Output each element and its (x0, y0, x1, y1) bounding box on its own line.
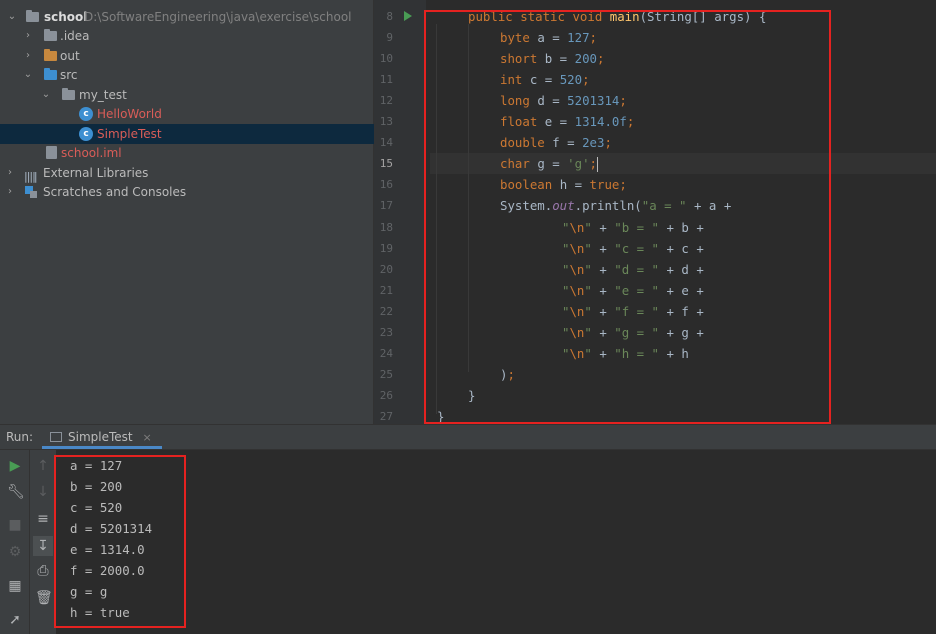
tree-item-label: HelloWorld (97, 107, 162, 121)
tree-item-out[interactable]: › out (0, 46, 374, 66)
tree-item-label: External Libraries (43, 166, 149, 180)
code-annotation-box (424, 10, 831, 424)
java-class-icon: c (79, 127, 93, 141)
line-number[interactable]: 22 (373, 301, 393, 322)
java-class-icon: c (79, 107, 93, 121)
chevron-right-icon[interactable]: › (4, 182, 16, 202)
project-path: D:\SoftwareEngineering\java\exercise\sch… (84, 10, 352, 24)
folder-icon (44, 29, 57, 41)
console-output[interactable] (56, 450, 936, 634)
chevron-down-icon[interactable]: ⌄ (6, 7, 18, 27)
chevron-right-icon[interactable]: › (22, 26, 34, 46)
line-number[interactable]: 20 (373, 259, 393, 280)
tree-item-label: SimpleTest (97, 127, 162, 141)
run-toolbar-left: ▶ 🔧︎ ■ ⚙ ▦ ➚ (0, 450, 30, 634)
module-folder-icon (26, 10, 39, 22)
run-gutter-icon[interactable] (404, 11, 412, 21)
line-number[interactable]: 21 (373, 280, 393, 301)
line-number[interactable]: 23 (373, 322, 393, 343)
line-number[interactable]: 13 (373, 111, 393, 132)
tree-item-external-libraries[interactable]: › |||‖ External Libraries (0, 163, 374, 183)
tree-item-school[interactable]: ⌄ school D:\SoftwareEngineering\java\exe… (0, 7, 374, 27)
line-number[interactable]: 17 (373, 195, 393, 216)
excluded-folder-icon (44, 49, 57, 61)
package-icon (62, 88, 75, 100)
rerun-failed-icon[interactable]: ⚙ (7, 544, 23, 560)
chevron-down-icon[interactable]: ⌄ (40, 85, 52, 105)
tree-item-label: school.iml (61, 146, 122, 160)
close-icon[interactable]: × (142, 431, 151, 444)
module-file-icon (46, 146, 57, 159)
up-arrow-icon[interactable]: ↑ (35, 458, 51, 474)
run-panel-header: Run: SimpleTest × (0, 424, 936, 450)
chevron-right-icon[interactable]: › (4, 163, 16, 183)
tree-item-label: school (44, 10, 88, 24)
tree-item-school-iml[interactable]: school.iml (0, 143, 374, 163)
scroll-to-end-icon[interactable]: ↧ (33, 536, 53, 556)
tree-item-scratches[interactable]: › Scratches and Consoles (0, 182, 374, 202)
line-number[interactable]: 10 (373, 48, 393, 69)
stop-icon[interactable]: ■ (7, 517, 23, 533)
chevron-right-icon[interactable]: › (22, 46, 34, 66)
line-number[interactable]: 26 (373, 385, 393, 406)
source-folder-icon (44, 68, 57, 80)
chevron-down-icon[interactable]: ⌄ (22, 65, 34, 85)
line-number[interactable]: 24 (373, 343, 393, 364)
line-number[interactable]: 15 (373, 153, 393, 174)
tree-item-label: my_test (79, 88, 127, 102)
line-number[interactable]: 16 (373, 174, 393, 195)
print-icon[interactable]: ⎙ (35, 563, 51, 579)
trash-icon[interactable]: 🗑︎ (35, 590, 53, 606)
tree-item-helloworld[interactable]: c HelloWorld (0, 104, 374, 124)
output-annotation-box (54, 455, 186, 628)
line-number[interactable]: 25 (373, 364, 393, 385)
run-toolbar-right: ↑ ↓ ≡ ↧ ⎙ 🗑︎ (30, 450, 56, 634)
tree-item-simpletest[interactable]: c SimpleTest (0, 124, 374, 144)
run-label: Run: (6, 430, 34, 444)
line-number[interactable]: 9 (373, 27, 393, 48)
run-icon[interactable]: ▶ (7, 458, 23, 474)
line-number[interactable]: 11 (373, 69, 393, 90)
run-config-icon (50, 432, 62, 442)
scratches-icon (25, 186, 38, 198)
line-number[interactable]: 18 (373, 217, 393, 238)
soft-wrap-icon[interactable]: ≡ (35, 511, 51, 527)
line-number[interactable]: 19 (373, 238, 393, 259)
tree-item-idea[interactable]: › .idea (0, 26, 374, 46)
wrench-icon[interactable]: 🔧︎ (7, 484, 25, 500)
tree-item-my-test[interactable]: ⌄ my_test (0, 85, 374, 105)
tree-item-label: out (60, 49, 80, 63)
tree-item-label: Scratches and Consoles (43, 185, 187, 199)
project-tree-panel: ⌄ school D:\SoftwareEngineering\java\exe… (0, 0, 374, 424)
line-number[interactable]: 14 (373, 132, 393, 153)
down-arrow-icon[interactable]: ↓ (35, 484, 51, 500)
tab-simpletest[interactable]: SimpleTest × (42, 425, 162, 449)
tree-item-label: src (60, 68, 78, 82)
tree-item-label: .idea (60, 29, 90, 43)
line-number[interactable]: 12 (373, 90, 393, 111)
layout-icon[interactable]: ▦ (7, 578, 23, 594)
run-tab-label: SimpleTest (68, 430, 133, 444)
pin-icon[interactable]: ➚ (7, 612, 23, 628)
tree-item-src[interactable]: ⌄ src (0, 65, 374, 85)
line-number[interactable]: 8 (373, 6, 393, 27)
